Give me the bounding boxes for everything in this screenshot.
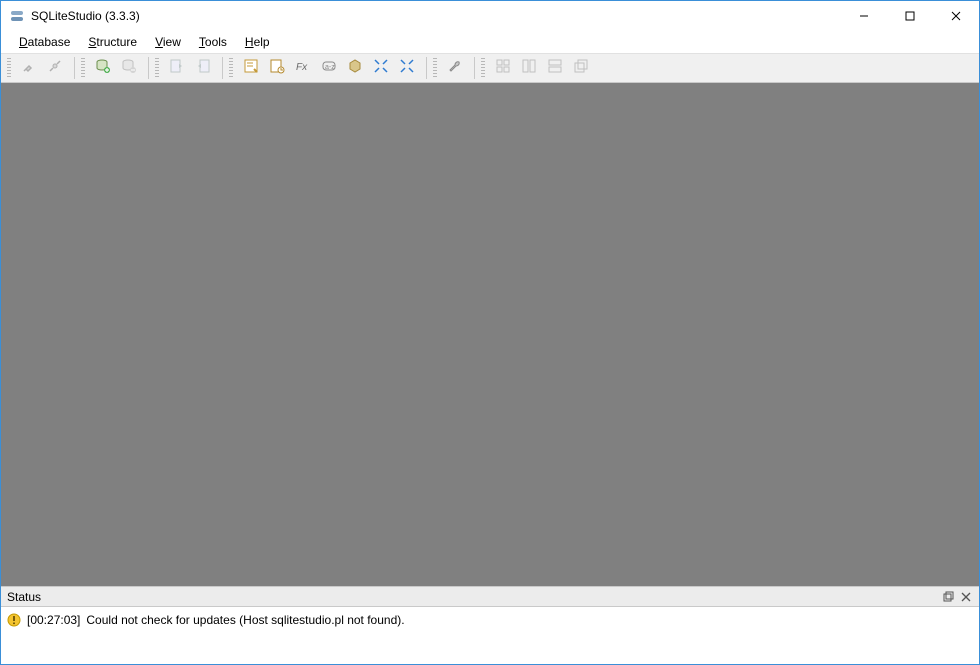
rows-icon (547, 58, 563, 79)
menu-help[interactable]: Help (237, 33, 278, 51)
svg-text:a-z: a-z (325, 64, 335, 71)
window-cascade-button[interactable] (517, 56, 541, 80)
window-title: SQLiteStudio (3.3.3) (31, 9, 140, 23)
connect-button[interactable] (17, 56, 41, 80)
app-icon (9, 8, 25, 24)
database-remove-icon (121, 58, 137, 79)
menu-bar: Database Structure View Tools Help (1, 31, 979, 53)
window-tile-button[interactable] (491, 56, 515, 80)
database-add-icon (95, 58, 111, 79)
import-button[interactable] (165, 56, 189, 80)
toolbar-grip[interactable] (7, 58, 11, 78)
sql-editor-icon (243, 58, 259, 79)
window-controls (841, 1, 979, 31)
arrows-in-icon (373, 58, 389, 79)
minimize-button[interactable] (841, 1, 887, 31)
collations-button[interactable]: a-z (317, 56, 341, 80)
status-undock-button[interactable] (939, 589, 957, 605)
import-icon (169, 58, 185, 79)
svg-text:Fx: Fx (296, 62, 308, 73)
status-message-text: Could not check for updates (Host sqlite… (86, 613, 404, 627)
sql-history-button[interactable] (265, 56, 289, 80)
plug-disconnect-icon (47, 58, 63, 79)
function-fx-icon: Fx (295, 58, 311, 79)
window-close-all-button[interactable] (569, 56, 593, 80)
configuration-button[interactable] (443, 56, 467, 80)
toolbar-grip[interactable] (433, 58, 437, 78)
close-button[interactable] (933, 1, 979, 31)
toolbar-grip[interactable] (81, 58, 85, 78)
sql-editor-button[interactable] (239, 56, 263, 80)
tile-vertical-button[interactable] (395, 56, 419, 80)
title-bar: SQLiteStudio (3.3.3) (1, 1, 979, 31)
functions-button[interactable]: Fx (291, 56, 315, 80)
maximize-button[interactable] (887, 1, 933, 31)
disconnect-button[interactable] (43, 56, 67, 80)
toolbar-grip[interactable] (229, 58, 233, 78)
plug-connect-icon (21, 58, 37, 79)
ddl-history-icon (269, 58, 285, 79)
status-panel-header: Status (1, 586, 979, 606)
extensions-icon (347, 58, 363, 79)
toolbar-grip[interactable] (155, 58, 159, 78)
extensions-button[interactable] (343, 56, 367, 80)
tile-horizontal-button[interactable] (369, 56, 393, 80)
status-message-row: [00:27:03] Could not check for updates (… (7, 611, 973, 629)
mdi-workspace (1, 83, 979, 586)
toolbar-grip[interactable] (481, 58, 485, 78)
window-rows-button[interactable] (543, 56, 567, 80)
warning-icon (7, 613, 21, 627)
columns-icon (521, 58, 537, 79)
status-panel: [00:27:03] Could not check for updates (… (1, 606, 979, 664)
status-close-button[interactable] (957, 589, 975, 605)
menu-structure[interactable]: Structure (80, 33, 145, 51)
collation-icon: a-z (321, 58, 337, 79)
cascade-icon (573, 58, 589, 79)
add-database-button[interactable] (91, 56, 115, 80)
wrench-icon (447, 58, 463, 79)
remove-database-button[interactable] (117, 56, 141, 80)
export-button[interactable] (191, 56, 215, 80)
menu-database[interactable]: Database (11, 33, 78, 51)
status-panel-title: Status (7, 590, 41, 604)
export-icon (195, 58, 211, 79)
arrows-out-icon (399, 58, 415, 79)
grid-icon (495, 58, 511, 79)
status-timestamp: [00:27:03] (27, 613, 80, 627)
menu-view[interactable]: View (147, 33, 189, 51)
app-window: SQLiteStudio (3.3.3) Database Structure … (0, 0, 980, 665)
toolbar: Fx a-z (1, 53, 979, 83)
menu-tools[interactable]: Tools (191, 33, 235, 51)
